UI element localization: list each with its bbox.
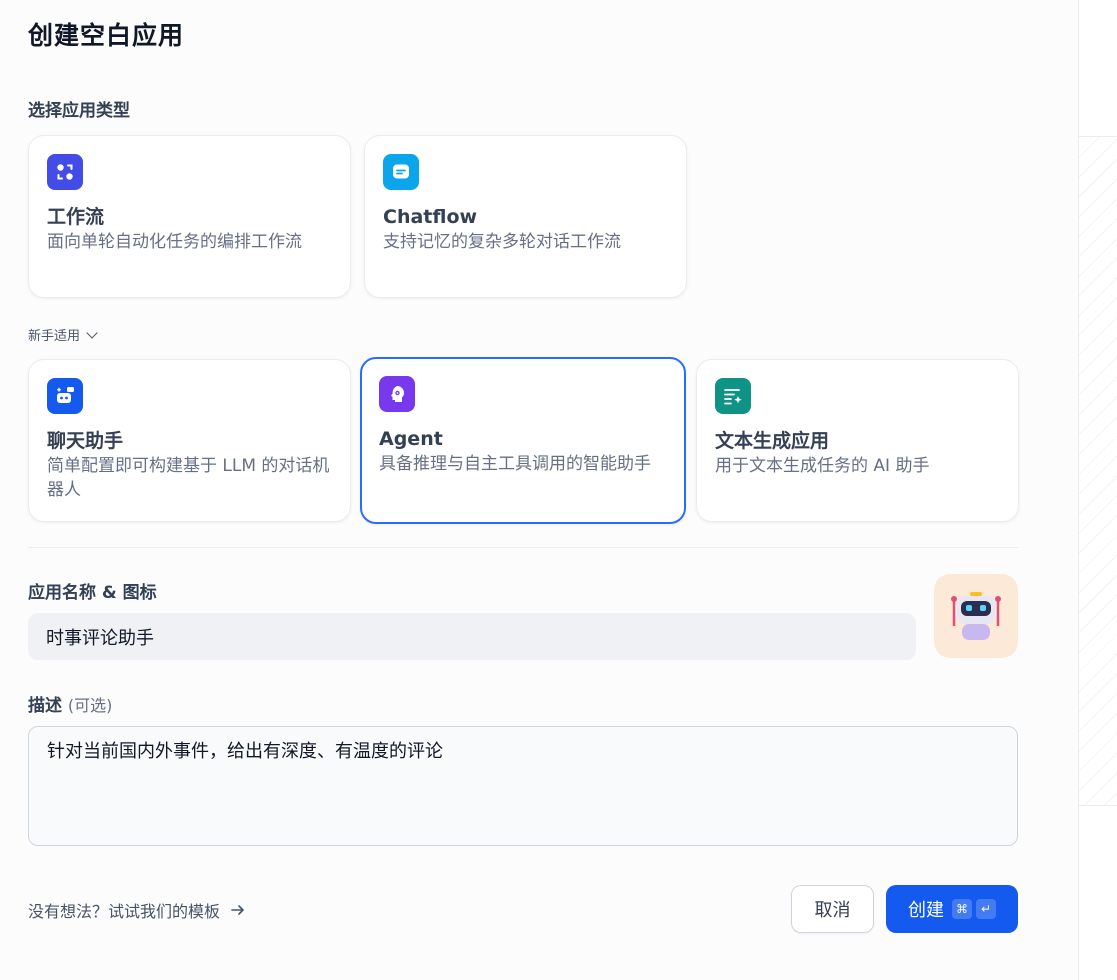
chat-assistant-icon bbox=[47, 378, 83, 414]
name-icon-label: 应用名称 & 图标 bbox=[28, 583, 157, 603]
workflow-icon bbox=[47, 154, 83, 190]
app-type-desc: 面向单轮自动化任务的编排工作流 bbox=[47, 232, 302, 252]
chevron-down-icon bbox=[86, 326, 98, 339]
app-type-name: 文本生成应用 bbox=[715, 430, 830, 452]
create-button-label: 创建 bbox=[908, 900, 944, 921]
app-type-label: 选择应用类型 bbox=[28, 101, 130, 121]
app-type-desc: 简单配置即可构建基于 LLM 的对话机器人 bbox=[47, 456, 330, 500]
description-label-text: 描述 bbox=[28, 696, 62, 716]
shortcut-hint: ⌘ ↵ bbox=[952, 899, 996, 919]
app-name-input[interactable]: 时事评论助手 bbox=[28, 613, 916, 660]
cancel-button[interactable]: 取消 bbox=[791, 885, 874, 933]
section-divider bbox=[28, 547, 1018, 548]
dialog-title: 创建空白应用 bbox=[28, 21, 185, 50]
app-type-name: 工作流 bbox=[47, 206, 105, 228]
app-icon-picker[interactable] bbox=[934, 574, 1018, 658]
description-label: 描述 (可选) bbox=[28, 691, 112, 716]
create-app-dialog: 创建空白应用 选择应用类型 工作流 面向单轮自动化任务的编排工作流 Chatfl… bbox=[0, 0, 1117, 980]
chatflow-icon bbox=[383, 154, 419, 190]
create-button[interactable]: 创建 ⌘ ↵ bbox=[886, 885, 1018, 933]
app-type-desc: 支持记忆的复杂多轮对话工作流 bbox=[383, 232, 621, 252]
robot-icon bbox=[951, 592, 1001, 640]
app-type-card-chat-assistant[interactable]: 聊天助手 简单配置即可构建基于 LLM 的对话机器人 bbox=[28, 359, 351, 522]
beginner-toggle[interactable]: 新手适用 bbox=[28, 325, 98, 344]
description-textarea[interactable]: 针对当前国内外事件，给出有深度、有温度的评论 bbox=[28, 726, 1018, 846]
template-link[interactable]: 没有想法？试试我们的模板 bbox=[28, 898, 246, 922]
app-type-card-workflow[interactable]: 工作流 面向单轮自动化任务的编排工作流 bbox=[28, 135, 351, 298]
beginner-toggle-label: 新手适用 bbox=[28, 329, 81, 344]
template-link-text: 没有想法？试试我们的模板 bbox=[28, 902, 221, 921]
optional-hint: (可选) bbox=[67, 696, 113, 715]
background-pattern bbox=[1079, 136, 1117, 806]
app-type-desc: 具备推理与自主工具调用的智能助手 bbox=[379, 454, 651, 474]
agent-icon bbox=[379, 376, 415, 412]
background-panel bbox=[1078, 0, 1117, 980]
app-type-desc: 用于文本生成任务的 AI 助手 bbox=[715, 456, 930, 476]
app-type-name: Chatflow bbox=[383, 206, 478, 228]
arrow-right-icon bbox=[231, 905, 244, 915]
enter-key-icon: ↵ bbox=[976, 899, 996, 919]
cmd-key-icon: ⌘ bbox=[952, 899, 972, 919]
app-type-card-chatflow[interactable]: Chatflow 支持记忆的复杂多轮对话工作流 bbox=[364, 135, 687, 298]
text-generation-icon bbox=[715, 378, 751, 414]
app-type-card-text-generation[interactable]: 文本生成应用 用于文本生成任务的 AI 助手 bbox=[696, 359, 1019, 522]
app-type-name: 聊天助手 bbox=[47, 430, 124, 452]
app-type-card-agent[interactable]: Agent 具备推理与自主工具调用的智能助手 bbox=[360, 357, 686, 524]
app-type-name: Agent bbox=[379, 428, 443, 450]
